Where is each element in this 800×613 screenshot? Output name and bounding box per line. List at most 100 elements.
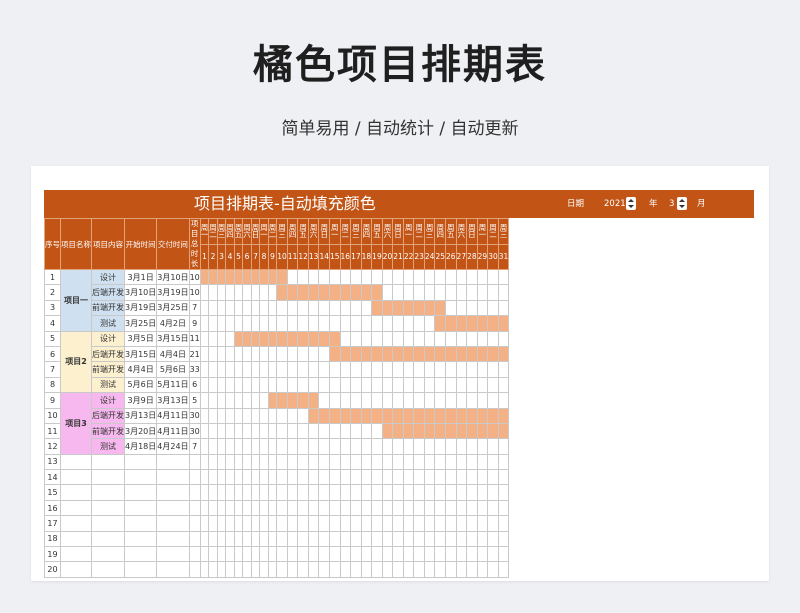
empty-cell[interactable] (434, 515, 446, 532)
empty-cell[interactable] (233, 499, 244, 517)
gantt-cell[interactable] (476, 268, 489, 286)
gantt-cell[interactable] (318, 438, 330, 455)
task-content[interactable]: 前端开发 (91, 422, 125, 440)
row-number[interactable]: 11 (44, 422, 61, 440)
empty-cell[interactable] (188, 515, 201, 532)
gantt-bar-cell[interactable] (242, 330, 252, 347)
empty-cell[interactable] (445, 515, 457, 532)
empty-cell[interactable] (250, 469, 261, 486)
gantt-cell[interactable] (318, 361, 330, 378)
row-number[interactable]: 16 (44, 499, 61, 517)
gantt-cell[interactable] (476, 284, 489, 301)
gantt-cell[interactable] (225, 422, 235, 440)
empty-cell[interactable] (297, 469, 309, 486)
gantt-cell[interactable] (259, 392, 269, 409)
gantt-cell[interactable] (371, 330, 383, 347)
gantt-cell[interactable] (339, 330, 352, 347)
gantt-cell[interactable] (413, 392, 425, 409)
empty-cell[interactable] (392, 499, 404, 517)
empty-cell[interactable] (423, 561, 436, 578)
gantt-cell[interactable] (402, 315, 415, 332)
gantt-cell[interactable] (233, 376, 244, 394)
empty-cell[interactable] (381, 469, 394, 486)
empty-cell[interactable] (297, 484, 309, 501)
empty-cell[interactable] (318, 469, 330, 486)
empty-cell[interactable] (497, 484, 510, 501)
gantt-bar-cell[interactable] (318, 407, 330, 424)
empty-cell[interactable] (91, 469, 125, 486)
gantt-bar-cell[interactable] (423, 422, 436, 440)
empty-cell[interactable] (445, 561, 457, 578)
gantt-cell[interactable] (434, 438, 446, 455)
gantt-bar-cell[interactable] (445, 407, 457, 424)
empty-cell[interactable] (466, 530, 478, 548)
gantt-bar-cell[interactable] (276, 284, 288, 301)
empty-cell[interactable] (381, 546, 394, 563)
gantt-cell[interactable] (233, 345, 244, 363)
gantt-cell[interactable] (297, 345, 309, 363)
empty-cell[interactable] (466, 469, 478, 486)
empty-cell[interactable] (91, 484, 125, 501)
year-spinner-icon[interactable] (626, 197, 636, 210)
gantt-cell[interactable] (497, 438, 510, 455)
empty-cell[interactable] (360, 484, 373, 501)
task-end[interactable]: 3月19日 (156, 284, 190, 301)
gantt-cell[interactable] (329, 376, 341, 394)
empty-cell[interactable] (392, 530, 404, 548)
task-content[interactable]: 前端开发 (91, 299, 125, 317)
gantt-cell[interactable] (350, 392, 362, 409)
empty-cell[interactable] (434, 469, 446, 486)
gantt-bar-cell[interactable] (360, 284, 373, 301)
gantt-cell[interactable] (413, 330, 425, 347)
empty-cell[interactable] (455, 561, 468, 578)
gantt-bar-cell[interactable] (329, 407, 341, 424)
gantt-bar-cell[interactable] (259, 268, 269, 286)
gantt-cell[interactable] (318, 392, 330, 409)
empty-cell[interactable] (329, 484, 341, 501)
empty-cell[interactable] (259, 453, 269, 471)
gantt-cell[interactable] (476, 361, 489, 378)
task-end[interactable]: 3月13日 (156, 392, 190, 409)
gantt-cell[interactable] (199, 299, 210, 317)
empty-cell[interactable] (445, 530, 457, 548)
gantt-cell[interactable] (329, 315, 341, 332)
gantt-cell[interactable] (259, 345, 269, 363)
empty-cell[interactable] (216, 561, 227, 578)
gantt-bar-cell[interactable] (402, 407, 415, 424)
gantt-bar-cell[interactable] (276, 392, 288, 409)
gantt-cell[interactable] (434, 361, 446, 378)
task-duration[interactable]: 6 (188, 376, 201, 394)
empty-cell[interactable] (91, 530, 125, 548)
gantt-bar-cell[interactable] (208, 268, 218, 286)
empty-cell[interactable] (188, 546, 201, 563)
empty-cell[interactable] (402, 484, 415, 501)
gantt-bar-cell[interactable] (199, 268, 210, 286)
empty-cell[interactable] (242, 546, 252, 563)
gantt-bar-cell[interactable] (233, 268, 244, 286)
gantt-bar-cell[interactable] (423, 299, 436, 317)
gantt-cell[interactable] (350, 438, 362, 455)
task-duration[interactable]: 7 (188, 438, 201, 455)
gantt-bar-cell[interactable] (350, 345, 362, 363)
empty-cell[interactable] (371, 546, 383, 563)
gantt-bar-cell[interactable] (466, 315, 478, 332)
gantt-bar-cell[interactable] (339, 407, 352, 424)
gantt-bar-cell[interactable] (360, 345, 373, 363)
gantt-bar-cell[interactable] (402, 299, 415, 317)
gantt-cell[interactable] (339, 361, 352, 378)
empty-cell[interactable] (350, 484, 362, 501)
empty-cell[interactable] (250, 530, 261, 548)
gantt-bar-cell[interactable] (371, 345, 383, 363)
gantt-cell[interactable] (225, 392, 235, 409)
empty-cell[interactable] (339, 530, 352, 548)
gantt-cell[interactable] (392, 330, 404, 347)
empty-cell[interactable] (455, 469, 468, 486)
empty-cell[interactable] (476, 546, 489, 563)
gantt-cell[interactable] (307, 268, 320, 286)
gantt-bar-cell[interactable] (423, 407, 436, 424)
gantt-cell[interactable] (199, 376, 210, 394)
gantt-cell[interactable] (466, 361, 478, 378)
gantt-bar-cell[interactable] (307, 284, 320, 301)
project-name[interactable]: 项目一 (60, 269, 92, 332)
gantt-bar-cell[interactable] (476, 315, 489, 332)
